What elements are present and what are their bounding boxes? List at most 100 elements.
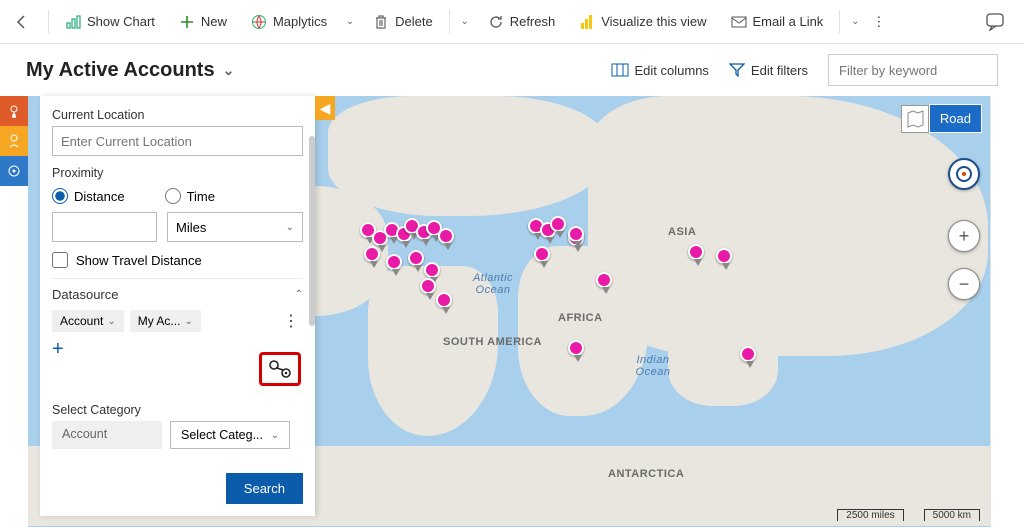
map-pin[interactable]	[438, 228, 454, 244]
map-type-selector[interactable]: Road	[901, 104, 982, 133]
chip-label: Account	[60, 314, 103, 328]
current-location-input[interactable]	[52, 126, 303, 156]
separator	[839, 10, 840, 34]
relationship-icon-callout[interactable]	[259, 352, 301, 386]
chevron-down-icon: ⌄	[286, 222, 294, 233]
datasource-more-button[interactable]: ⋮	[279, 311, 303, 331]
map-pin[interactable]	[384, 222, 400, 238]
filter-icon	[729, 63, 745, 77]
chevron-up-icon: ⌃	[295, 289, 303, 300]
map-pin[interactable]	[396, 226, 412, 242]
unit-select[interactable]: Miles ⌄	[167, 212, 303, 242]
plus-icon	[179, 14, 195, 30]
delete-label: Delete	[395, 14, 433, 29]
edit-filters-label: Edit filters	[751, 63, 808, 78]
view-title-dropdown[interactable]: My Active Accounts ⌄	[26, 59, 234, 82]
category-entity-chip: Account	[52, 421, 162, 449]
chevron-down-icon: ⌄	[271, 430, 279, 441]
map-pin[interactable]	[528, 218, 544, 234]
map-pin[interactable]	[568, 226, 584, 242]
search-panel: Current Location Proximity Distance Time…	[40, 96, 315, 516]
unit-select-label: Miles	[176, 220, 206, 235]
map-pin[interactable]	[420, 278, 436, 294]
show-chart-button[interactable]: Show Chart	[55, 8, 165, 36]
maplytics-dropdown[interactable]: ⌄	[341, 16, 359, 27]
distance-radio[interactable]: Distance	[52, 188, 125, 204]
command-bar: Show Chart New Maplytics ⌄ Delete ⌄ Refr…	[0, 0, 1024, 44]
email-link-label: Email a Link	[753, 14, 824, 29]
map-zoom-out-button[interactable]: −	[948, 268, 980, 300]
map-pin[interactable]	[424, 262, 440, 278]
edit-columns-button[interactable]: Edit columns	[611, 63, 709, 78]
map-pin[interactable]	[540, 222, 556, 238]
map-pin[interactable]	[688, 244, 704, 260]
time-radio[interactable]: Time	[165, 188, 215, 204]
scale-miles: 2500 miles	[837, 509, 903, 521]
map-pin[interactable]	[740, 346, 756, 362]
map-pin[interactable]	[716, 248, 732, 264]
rail-location-button[interactable]	[0, 96, 28, 126]
map-label-antarctica: ANTARCTICA	[608, 468, 684, 480]
chevron-down-icon: ⌄	[851, 16, 859, 27]
map-pin[interactable]	[372, 230, 388, 246]
map-locate-button[interactable]	[948, 158, 980, 190]
new-button[interactable]: New	[169, 8, 237, 36]
chevron-down-icon: ⌄	[346, 16, 354, 27]
mail-icon	[731, 14, 747, 30]
map-pin[interactable]	[404, 218, 420, 234]
chevron-down-icon: ⌄	[461, 16, 469, 27]
map-type-label: Road	[929, 104, 982, 133]
map-pin[interactable]	[426, 220, 442, 236]
delete-dropdown[interactable]: ⌄	[456, 16, 474, 27]
map-pin[interactable]	[386, 254, 402, 270]
map-label-indian: Indian Ocean	[628, 354, 678, 378]
map-pin[interactable]	[364, 246, 380, 262]
rail-poi-button[interactable]	[0, 156, 28, 186]
current-location-label: Current Location	[52, 108, 303, 122]
distance-radio-label: Distance	[74, 189, 125, 204]
proximity-value-input[interactable]	[52, 212, 157, 242]
overflow-button[interactable]: ⋮	[868, 8, 889, 36]
refresh-button[interactable]: Refresh	[478, 8, 566, 36]
separator	[48, 10, 49, 34]
map-pin[interactable]	[360, 222, 376, 238]
email-link-button[interactable]: Email a Link	[721, 8, 834, 36]
map-pin[interactable]	[436, 292, 452, 308]
datasource-entity-chip[interactable]: Account ⌄	[52, 310, 124, 332]
visualize-label: Visualize this view	[601, 14, 706, 29]
rail-route-button[interactable]	[0, 126, 28, 156]
map-zoom-in-button[interactable]: +	[948, 220, 980, 252]
keyword-filter-input[interactable]	[828, 54, 998, 86]
maplytics-label: Maplytics	[273, 14, 327, 29]
map-pin[interactable]	[596, 272, 612, 288]
edit-filters-button[interactable]: Edit filters	[729, 63, 808, 78]
map-type-icon	[901, 105, 929, 133]
chip-label: My Ac...	[138, 314, 181, 328]
map-pin[interactable]	[416, 224, 432, 240]
map-pin[interactable]	[568, 230, 584, 246]
datasource-view-chip[interactable]: My Ac... ⌄	[130, 310, 201, 332]
right-sidebar	[990, 96, 1024, 527]
maplytics-button[interactable]: Maplytics	[241, 8, 337, 36]
trash-icon	[373, 14, 389, 30]
select-category-label: Select Category	[52, 403, 303, 417]
panel-scrollbar[interactable]	[309, 136, 315, 326]
visualize-button[interactable]: Visualize this view	[569, 8, 716, 36]
edit-columns-label: Edit columns	[635, 63, 709, 78]
map-pin[interactable]	[408, 250, 424, 266]
email-dropdown[interactable]: ⌄	[846, 16, 864, 27]
view-title-text: My Active Accounts	[26, 59, 215, 82]
map-pin[interactable]	[534, 246, 550, 262]
back-button[interactable]	[10, 10, 34, 34]
show-travel-checkbox[interactable]: Show Travel Distance	[52, 252, 303, 268]
search-button[interactable]: Search	[226, 473, 303, 504]
assistant-button[interactable]	[986, 13, 1014, 31]
add-datasource-button[interactable]: +	[52, 338, 64, 361]
delete-button[interactable]: Delete	[363, 8, 443, 36]
datasource-section-header[interactable]: Datasource ⌃	[52, 278, 303, 310]
category-select[interactable]: Select Categ... ⌄	[170, 421, 290, 449]
map-label-africa: AFRICA	[558, 312, 603, 324]
map-pin[interactable]	[568, 340, 584, 356]
map-pin[interactable]	[550, 216, 566, 232]
collapse-panel-button[interactable]: ◀	[315, 96, 335, 120]
